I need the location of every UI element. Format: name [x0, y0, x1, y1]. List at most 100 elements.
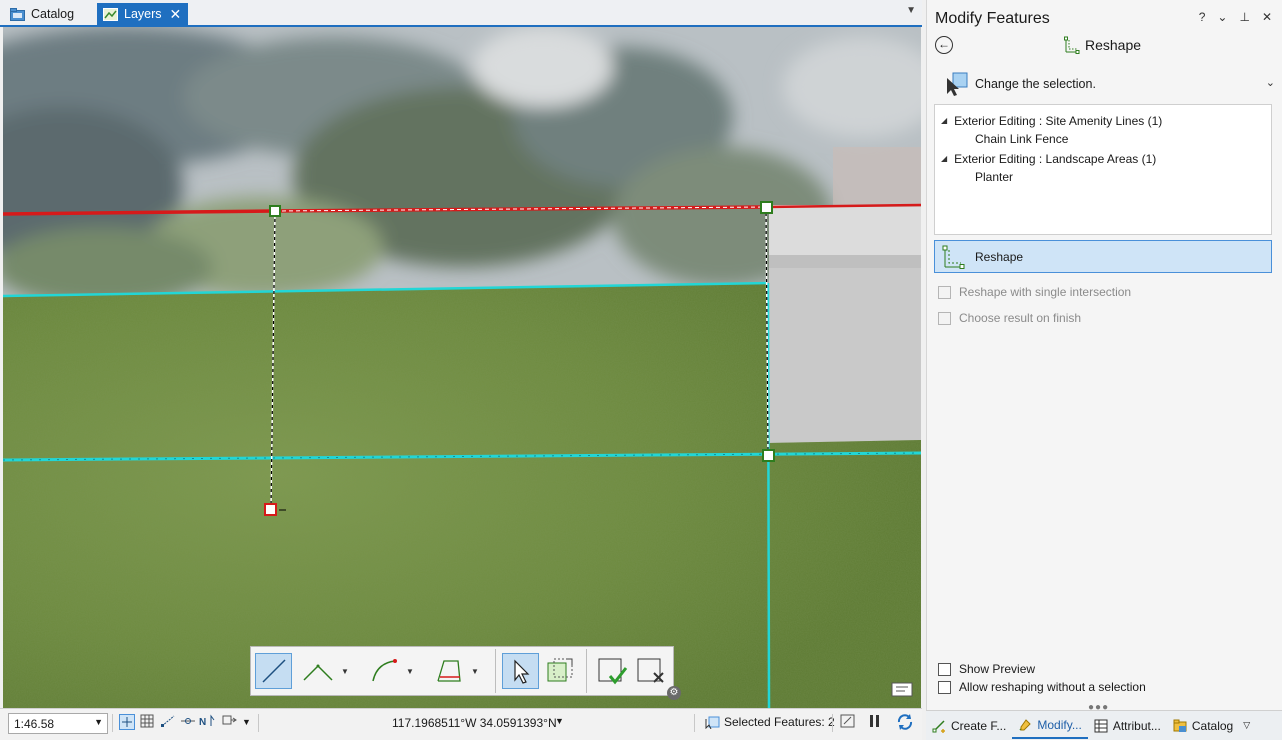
change-selection-button[interactable]: Change the selection. ⌄ — [945, 70, 1275, 98]
allow-without-selection-label: Allow reshaping without a selection — [959, 680, 1146, 694]
trace-tool-button[interactable] — [430, 653, 467, 689]
notification-icon[interactable] — [891, 682, 913, 700]
tab-modify-features[interactable]: Modify... — [1012, 713, 1088, 739]
constraints-icon[interactable] — [160, 714, 176, 730]
single-intersection-checkbox[interactable] — [938, 285, 951, 299]
chevron-down-icon[interactable]: ▼ — [469, 667, 481, 676]
select-extent-icon — [547, 658, 572, 682]
catalog-icon — [10, 7, 25, 21]
chevron-down-icon[interactable]: ▼ — [404, 667, 416, 676]
selection-tree[interactable]: ◢ Exterior Editing : Site Amenity Lines … — [934, 104, 1272, 235]
line-tool-button[interactable] — [255, 653, 292, 689]
choose-result-checkbox[interactable] — [938, 311, 951, 325]
select-tool-button[interactable] — [502, 653, 539, 689]
arc-tool-button[interactable] — [365, 653, 402, 689]
refresh-icon[interactable] — [896, 714, 913, 730]
close-icon[interactable]: ✕ — [1262, 10, 1272, 24]
select-extent-button[interactable] — [541, 653, 578, 689]
help-icon[interactable]: ? — [1199, 10, 1206, 24]
allow-without-selection-option[interactable]: Allow reshaping without a selection — [938, 680, 1146, 694]
status-bar: 1:46.58 ▼ N ▼ 117.1968511°W 34.0591393°N… — [0, 708, 922, 740]
line-icon — [261, 659, 286, 683]
tab-label: Modify... — [1037, 717, 1082, 732]
chevron-down-icon[interactable]: ⌄ — [1266, 76, 1275, 89]
single-intersection-label: Reshape with single intersection — [959, 285, 1132, 299]
show-preview-option[interactable]: Show Preview — [938, 662, 1035, 676]
single-intersection-option[interactable]: Reshape with single intersection — [938, 285, 1131, 299]
collapse-triangle-icon[interactable]: ◢ — [941, 116, 947, 125]
status-separator — [258, 714, 259, 732]
pointer-icon — [513, 659, 529, 684]
show-preview-checkbox[interactable] — [938, 662, 951, 676]
selected-features-indicator[interactable]: Selected Features: 2 — [704, 715, 835, 729]
tree-layer-label: Exterior Editing : Landscape Areas (1) — [954, 151, 1157, 166]
scale-combo[interactable]: 1:46.58 ▼ — [8, 713, 108, 734]
current-vertex[interactable] — [264, 503, 277, 516]
sketch-vertex[interactable] — [269, 205, 281, 217]
reshape-icon — [1064, 36, 1080, 54]
catalog-icon — [1173, 719, 1187, 732]
chevron-down-icon[interactable]: ▼ — [555, 716, 564, 726]
toolbar-separator — [495, 649, 496, 693]
tree-feature-node[interactable]: Chain Link Fence — [935, 130, 1271, 149]
landscape-boundary-side[interactable] — [766, 282, 771, 708]
tab-attributes[interactable]: Attribut... — [1088, 713, 1167, 739]
tree-feature-node[interactable]: Planter — [935, 168, 1271, 187]
tree-layer-label: Exterior Editing : Site Amenity Lines (1… — [954, 113, 1163, 128]
right-angle-line-button[interactable] — [300, 653, 337, 689]
allow-without-selection-checkbox[interactable] — [938, 680, 951, 694]
map-view[interactable] — [3, 27, 921, 708]
attributes-icon — [1094, 719, 1108, 732]
tab-layers[interactable]: Layers ✕ — [97, 3, 189, 25]
modify-features-icon — [1019, 718, 1032, 731]
discard-sketch-button[interactable] — [632, 653, 669, 689]
close-icon[interactable]: ✕ — [170, 7, 182, 21]
tree-layer-node[interactable]: ◢ Exterior Editing : Site Amenity Lines … — [935, 111, 1271, 130]
chevron-down-icon: ▼ — [94, 717, 103, 727]
modify-features-pane: Modify Features ? ⌄ ⊥ ✕ ← Reshape Change… — [926, 0, 1282, 710]
show-preview-label: Show Preview — [959, 662, 1036, 676]
tab-catalog[interactable]: Catalog — [4, 3, 81, 25]
back-arrow-icon[interactable]: ← — [935, 36, 953, 54]
collapse-triangle-icon[interactable]: ◢ — [941, 154, 947, 163]
finish-check-icon — [598, 658, 627, 685]
north-arrow-icon[interactable]: N — [199, 714, 215, 730]
tab-label: Catalog — [1191, 718, 1234, 733]
reshape-button[interactable]: Reshape — [934, 240, 1272, 273]
grid-icon[interactable] — [140, 714, 156, 730]
topology-icon[interactable] — [221, 714, 237, 730]
pause-icon[interactable] — [868, 714, 884, 730]
create-features-icon — [932, 719, 945, 733]
tree-layer-node[interactable]: ◢ Exterior Editing : Landscape Areas (1) — [935, 149, 1271, 168]
snapping-icon[interactable] — [119, 714, 135, 730]
polyline-icon — [302, 664, 333, 681]
tool-name: Reshape — [1085, 37, 1142, 53]
map-tab-strip: Catalog Layers ✕ ▼ — [0, 0, 922, 27]
chevron-down-icon[interactable]: ⌄ — [1217, 10, 1227, 24]
status-separator — [832, 714, 833, 732]
gear-icon[interactable]: ⚙ — [667, 686, 681, 700]
choose-result-option[interactable]: Choose result on finish — [938, 311, 1081, 325]
status-separator — [112, 714, 113, 732]
sketch-vertex[interactable] — [762, 449, 775, 462]
clear-selection-icon[interactable] — [840, 714, 856, 730]
tool-header: Reshape — [1063, 36, 1141, 54]
sketch-vertex[interactable] — [760, 201, 773, 214]
scale-value: 1:46.58 — [14, 717, 55, 731]
change-selection-label: Change the selection. — [975, 77, 1096, 91]
finish-sketch-button[interactable] — [593, 653, 630, 689]
chevron-down-icon[interactable]: ▽ — [1243, 720, 1250, 731]
chevron-down-icon[interactable]: ▼ — [906, 5, 916, 16]
selected-features-count: Selected Features: 2 — [724, 715, 835, 729]
status-separator — [694, 714, 695, 732]
pin-icon[interactable]: ⊥ — [1239, 10, 1249, 24]
reshape-button-label: Reshape — [975, 249, 1024, 264]
correction-icon[interactable] — [180, 714, 196, 730]
chevron-down-icon[interactable]: ▼ — [339, 667, 351, 676]
tab-label: Attribut... — [1112, 718, 1161, 733]
tab-create-features[interactable]: Create F... — [926, 713, 1012, 739]
tab-catalog[interactable]: Catalog — [1167, 713, 1239, 739]
chevron-down-icon[interactable]: ▼ — [242, 717, 251, 727]
change-selection-icon — [947, 72, 968, 96]
coordinates-readout: 117.1968511°W 34.0591393°N — [392, 716, 557, 730]
